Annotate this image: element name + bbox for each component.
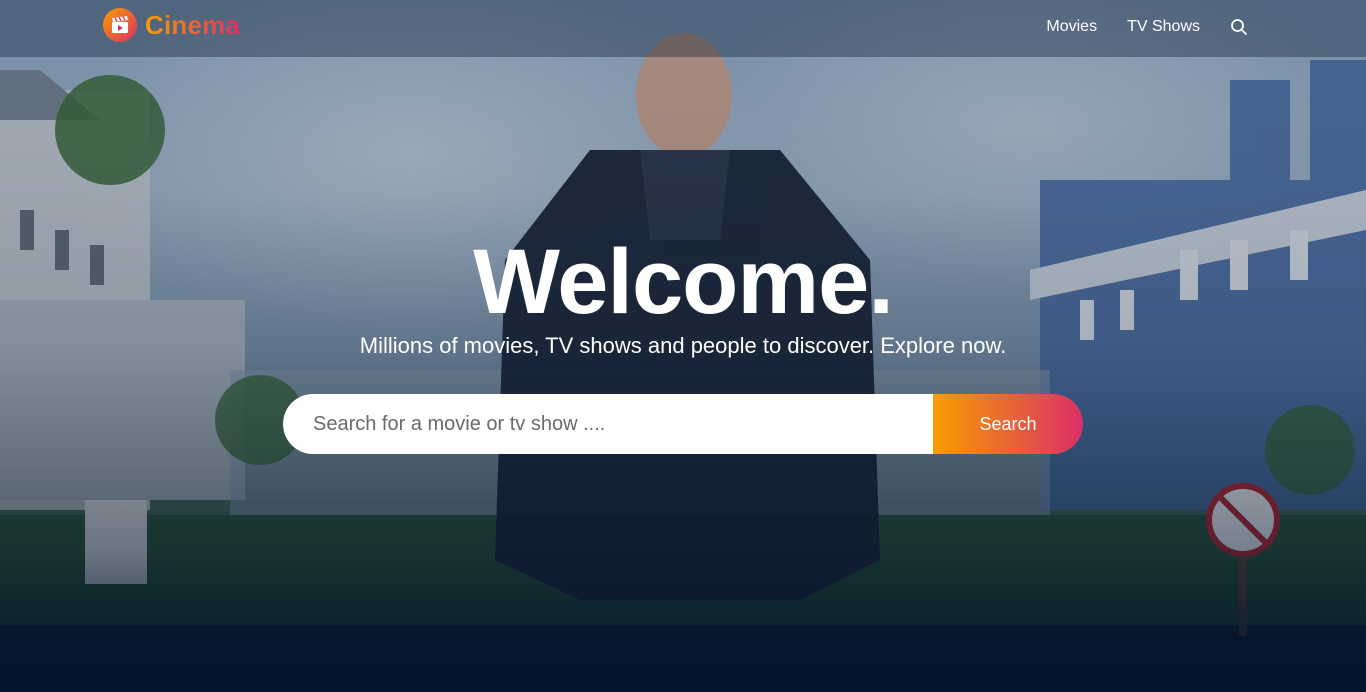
site-header: Cinema Movies TV Shows [0, 0, 1366, 57]
nav-item-movies[interactable]: Movies [1046, 18, 1097, 36]
brand-name: Cinema [145, 9, 241, 40]
search-input[interactable] [283, 394, 933, 454]
search-button[interactable]: Search [933, 394, 1083, 454]
hero-section: Welcome. Millions of movies, TV shows an… [0, 232, 1366, 360]
nav-item-tv-shows[interactable]: TV Shows [1127, 18, 1200, 36]
clapperboard-icon [103, 8, 137, 42]
home-page: Cinema Movies TV Shows Welcome. Millions… [0, 0, 1366, 692]
brand-logo[interactable]: Cinema [103, 8, 240, 42]
hero-subtitle: Millions of movies, TV shows and people … [359, 333, 1007, 358]
hero-search-bar: Search [283, 394, 1083, 454]
main-nav: Movies TV Shows [1046, 0, 1248, 53]
search-icon[interactable] [1230, 18, 1248, 36]
hero-title: Welcome. [473, 231, 894, 333]
